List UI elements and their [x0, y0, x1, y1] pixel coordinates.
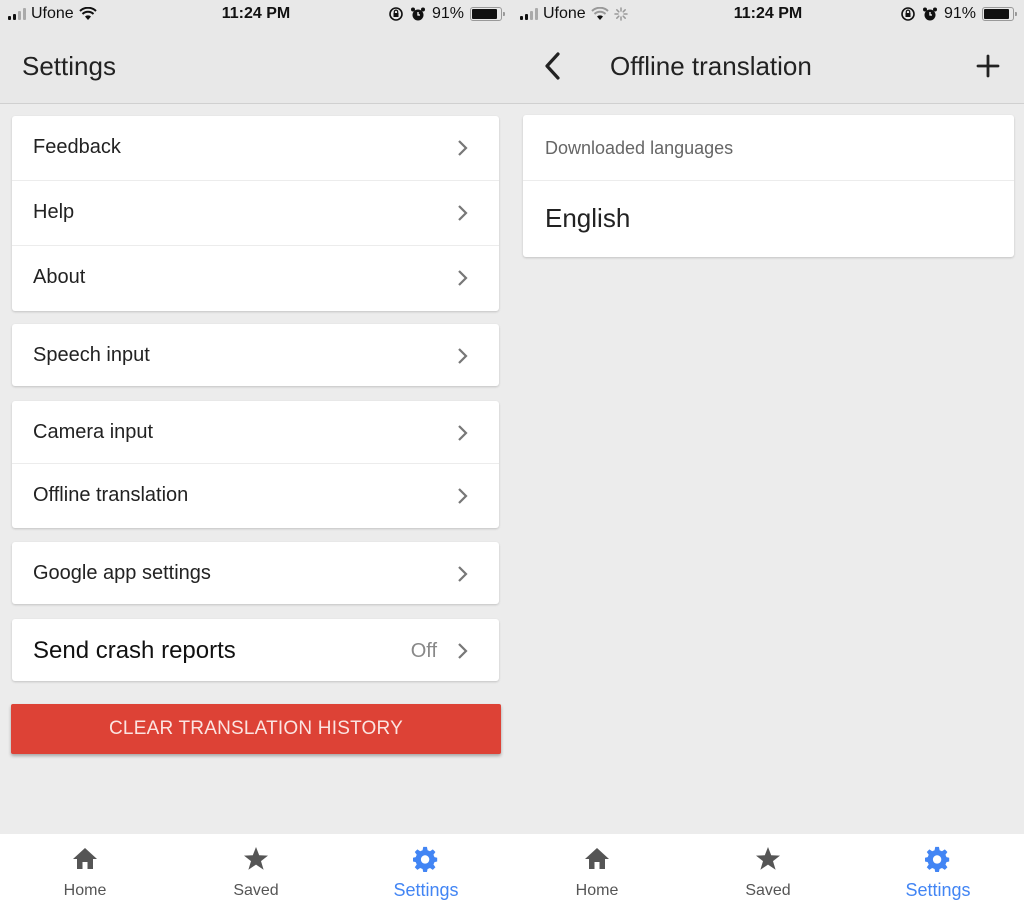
status-bar: Ufone 11:24 PM 91%: [0, 0, 512, 28]
nav-label: Settings: [393, 880, 459, 900]
item-label: Feedback: [33, 136, 121, 158]
chevron-right-icon: [458, 566, 468, 582]
settings-item-speech-input[interactable]: Speech input: [12, 324, 499, 386]
chevron-right-icon: [458, 205, 468, 221]
chevron-right-icon: [458, 425, 468, 441]
rotation-lock-icon: [901, 7, 915, 21]
chevron-right-icon: [458, 643, 468, 659]
settings-group-speech: Speech input: [12, 324, 499, 386]
settings-item-send-crash-reports[interactable]: Send crash reports Off: [12, 619, 499, 681]
crash-reports-value: Off: [410, 640, 437, 662]
clear-translation-history-button[interactable]: CLEAR TRANSLATION HISTORY: [11, 704, 501, 754]
item-label: Google app settings: [33, 562, 211, 584]
page-title: Offline translation: [610, 51, 812, 81]
settings-item-offline-translation[interactable]: Offline translation: [12, 464, 499, 528]
home-icon: [585, 848, 609, 869]
add-language-button[interactable]: [972, 50, 1004, 82]
language-label: English: [545, 203, 631, 233]
offline-translation-header: Offline translation: [512, 28, 1024, 104]
nav-label: Settings: [905, 880, 971, 900]
settings-item-feedback[interactable]: Feedback: [12, 116, 499, 181]
settings-item-about[interactable]: About: [12, 246, 499, 311]
page-title: Settings: [22, 51, 116, 81]
rotation-lock-icon: [389, 7, 403, 21]
item-label: Send crash reports: [33, 637, 236, 664]
chevron-right-icon: [458, 270, 468, 286]
home-icon: [73, 848, 97, 869]
alarm-icon: [410, 7, 425, 21]
settings-group-info: Feedback Help About: [12, 116, 499, 311]
settings-header: Settings: [0, 28, 512, 104]
item-label: Help: [33, 201, 75, 223]
gear-icon: [925, 846, 950, 872]
battery-icon: [470, 7, 505, 21]
item-label: About: [33, 266, 86, 288]
nav-label: Home: [63, 882, 107, 899]
nav-label: Saved: [233, 882, 279, 899]
bottom-nav: Home Saved Settings: [0, 834, 512, 911]
nav-label: Saved: [745, 882, 791, 899]
battery-percent: 91%: [431, 5, 464, 22]
settings-item-help[interactable]: Help: [12, 181, 499, 246]
nav-item-settings[interactable]: Settings: [366, 834, 486, 911]
language-item-english[interactable]: English: [523, 181, 1014, 257]
nav-item-settings[interactable]: Settings: [878, 834, 998, 911]
back-button[interactable]: [538, 48, 568, 84]
chevron-right-icon: [458, 488, 468, 504]
settings-screen: Ufone 11:24 PM 91% Settings Feedback Hel…: [0, 0, 512, 911]
settings-item-camera-input[interactable]: Camera input: [12, 401, 499, 464]
gear-icon: [413, 846, 438, 872]
star-icon: [756, 847, 780, 870]
settings-group-crash: Send crash reports Off: [12, 619, 499, 681]
bottom-nav: Home Saved Settings: [512, 834, 1024, 911]
nav-item-home[interactable]: Home: [537, 834, 657, 911]
downloaded-languages-card: Downloaded languages English: [523, 115, 1014, 257]
battery-icon: [982, 7, 1017, 21]
settings-group-google: Google app settings: [12, 542, 499, 604]
nav-item-saved[interactable]: Saved: [196, 834, 316, 911]
chevron-right-icon: [458, 140, 468, 156]
settings-item-google-app-settings[interactable]: Google app settings: [12, 542, 499, 604]
chevron-right-icon: [458, 348, 468, 364]
nav-label: Home: [575, 882, 619, 899]
settings-group-camera: Camera input Offline translation: [12, 401, 499, 528]
battery-percent: 91%: [943, 5, 976, 22]
section-label: Downloaded languages: [545, 138, 734, 158]
item-label: Speech input: [33, 344, 150, 366]
star-icon: [244, 847, 268, 870]
status-bar: Ufone 11:24 PM 91%: [512, 0, 1024, 28]
nav-item-home[interactable]: Home: [25, 834, 145, 911]
item-label: Camera input: [33, 421, 154, 443]
offline-translation-screen: Ufone 11:24 PM 91% Offline translation D…: [512, 0, 1024, 911]
alarm-icon: [922, 7, 937, 21]
section-header: Downloaded languages: [523, 115, 1014, 181]
nav-item-saved[interactable]: Saved: [708, 834, 828, 911]
item-label: Offline translation: [33, 484, 189, 506]
